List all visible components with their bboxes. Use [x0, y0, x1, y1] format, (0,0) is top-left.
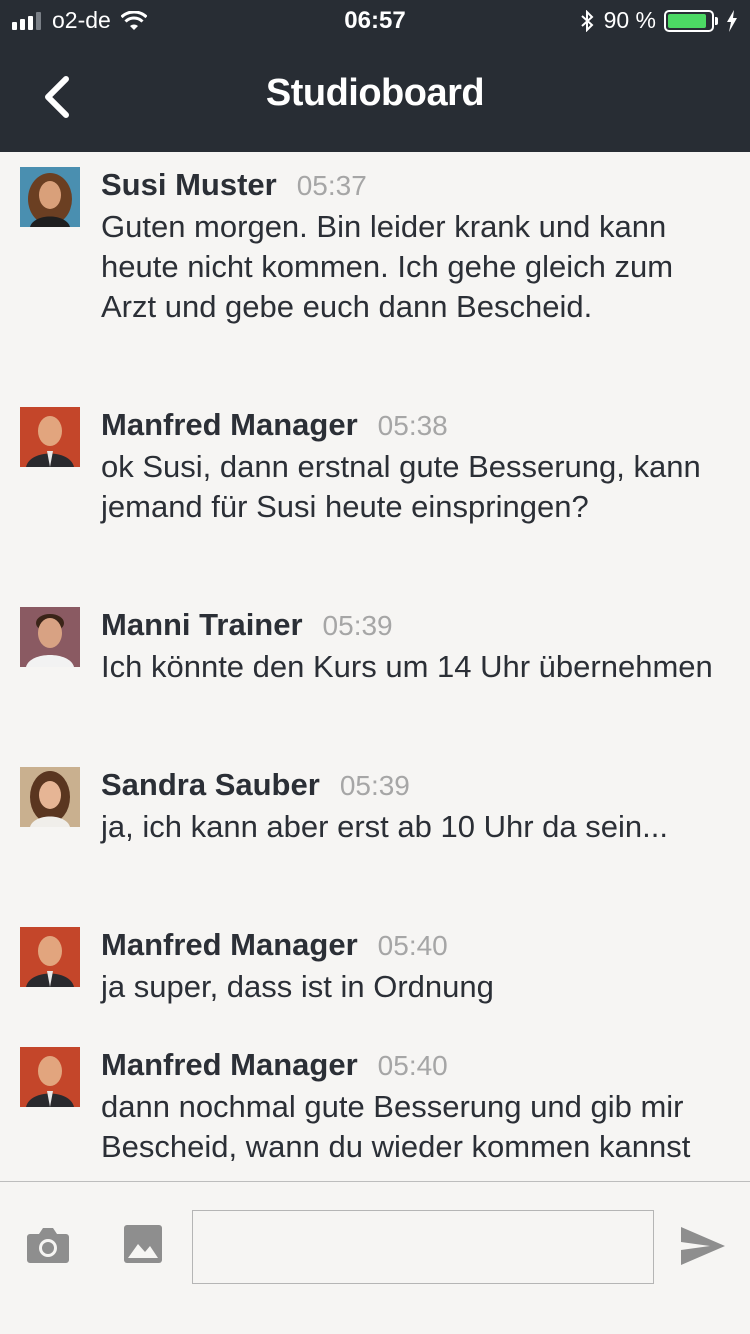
status-right: 90 %: [580, 7, 738, 34]
message-header: Susi Muster 05:37: [101, 167, 367, 204]
message-text: ok Susi, dann erstnal gute Besserung, ka…: [101, 449, 701, 524]
message-text: ja, ich kann aber erst ab 10 Uhr da sein…: [101, 809, 668, 844]
sender-name: Manfred Manager: [101, 1047, 358, 1082]
message-header: Manfred Manager 05:40: [101, 1047, 448, 1084]
bluetooth-icon: [580, 9, 594, 32]
message-text: ja super, dass ist in Ordnung: [101, 969, 494, 1004]
sender-name: Manfred Manager: [101, 927, 358, 962]
message-time: 05:40: [377, 930, 448, 961]
page-title: Studioboard: [265, 72, 485, 114]
battery-icon: [664, 9, 718, 32]
sender-name: Sandra Sauber: [101, 767, 320, 802]
image-icon[interactable]: [124, 1225, 162, 1263]
message-header: Manni Trainer 05:39: [101, 607, 393, 644]
message-header: Sandra Sauber 05:39: [101, 767, 410, 804]
avatar[interactable]: [20, 167, 80, 227]
composer-bar: [0, 1181, 750, 1334]
camera-icon[interactable]: [26, 1226, 70, 1264]
message-time: 05:39: [322, 610, 393, 641]
message-text: dann nochmal gute Besserung und gib mir …: [101, 1089, 691, 1164]
message-header: Manfred Manager 05:38: [101, 407, 448, 444]
message-list[interactable]: Susi Muster 05:37 Guten morgen. Bin leide…: [0, 152, 750, 1181]
message-time: 05:38: [377, 410, 448, 441]
message-time: 05:39: [339, 770, 410, 801]
send-icon[interactable]: [680, 1226, 726, 1266]
avatar[interactable]: [20, 767, 80, 827]
battery-percentage: 90 %: [603, 7, 656, 33]
sender-name: Manfred Manager: [101, 407, 358, 442]
avatar[interactable]: [20, 607, 80, 667]
message-text: Ich könnte den Kurs um 14 Uhr übernehmen: [101, 649, 713, 684]
sender-name: Susi Muster: [101, 167, 277, 202]
avatar[interactable]: [20, 1047, 80, 1107]
avatar[interactable]: [20, 927, 80, 987]
charging-bolt-icon: [727, 9, 737, 32]
message-time: 05:37: [296, 170, 367, 201]
message-header: Manfred Manager 05:40: [101, 927, 448, 964]
status-bar: o2-de 06:57 90 %: [0, 0, 750, 40]
message-time: 05:40: [377, 1050, 448, 1081]
message-text: Guten morgen. Bin leider krank und kann …: [101, 209, 674, 324]
top-bar: o2-de 06:57 90 % Studioboard: [0, 0, 750, 152]
sender-name: Manni Trainer: [101, 607, 303, 642]
message-input[interactable]: [192, 1210, 654, 1284]
avatar[interactable]: [20, 407, 80, 467]
